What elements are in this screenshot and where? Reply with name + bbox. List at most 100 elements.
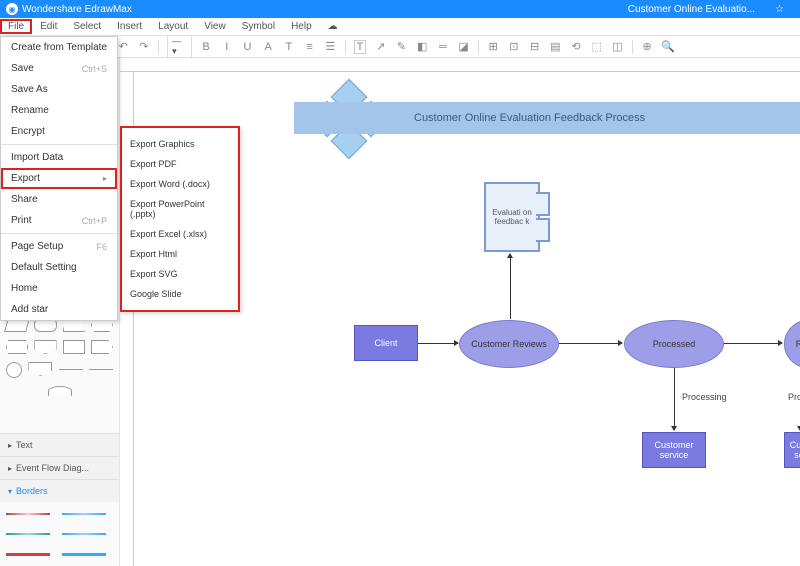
diagram-title-bar: Customer Online Evaluation Feedback Proc… bbox=[294, 102, 800, 134]
section-eventflow[interactable]: ▸Event Flow Diag... bbox=[0, 456, 119, 479]
shape-hex-2[interactable] bbox=[6, 340, 28, 354]
node-client[interactable]: Client bbox=[354, 325, 418, 361]
section-borders[interactable]: ▾Borders bbox=[0, 479, 119, 502]
menu-insert[interactable]: Insert bbox=[109, 19, 150, 34]
border-sample[interactable] bbox=[6, 528, 50, 540]
menu-share[interactable]: Share bbox=[1, 189, 117, 210]
text-format-icon[interactable]: T bbox=[283, 40, 296, 54]
menu-edit[interactable]: Edit bbox=[32, 19, 65, 34]
border-sample[interactable] bbox=[62, 548, 106, 560]
menu-view[interactable]: View bbox=[196, 19, 234, 34]
shape-circle[interactable] bbox=[6, 362, 22, 378]
redo-icon[interactable]: ↷ bbox=[138, 40, 151, 54]
size-icon[interactable]: ⬚ bbox=[590, 40, 603, 54]
crop-icon[interactable]: ◫ bbox=[611, 40, 624, 54]
borders-samples bbox=[0, 502, 119, 566]
menu-home[interactable]: Home bbox=[1, 278, 117, 299]
label-proce-partial: Proce bbox=[788, 392, 800, 402]
menu-select[interactable]: Select bbox=[65, 19, 109, 34]
e-shape[interactable]: Evaluati on feedbac k bbox=[484, 182, 540, 252]
menu-help[interactable]: Help bbox=[283, 19, 320, 34]
menu-print[interactable]: PrintCtrl+P bbox=[1, 210, 117, 231]
document-title[interactable]: Customer Online Evaluatio... bbox=[628, 4, 755, 15]
file-dropdown: Create from Template SaveCtrl+S Save As … bbox=[0, 36, 118, 321]
menu-symbol[interactable]: Symbol bbox=[234, 19, 283, 34]
italic-icon[interactable]: I bbox=[220, 40, 233, 54]
line-icon[interactable]: ═ bbox=[437, 40, 450, 54]
menu-bar: File Edit Select Insert Layout View Symb… bbox=[0, 18, 800, 36]
app-logo-icon: ◉ bbox=[6, 3, 18, 15]
label-processing: Processing bbox=[682, 392, 727, 402]
arrow bbox=[724, 343, 782, 344]
arrow bbox=[510, 254, 511, 319]
shape-card[interactable] bbox=[63, 340, 85, 354]
export-svg[interactable]: Export SVG bbox=[122, 264, 238, 284]
border-sample[interactable] bbox=[6, 548, 50, 560]
align-objects-icon[interactable]: ⊞ bbox=[487, 40, 500, 54]
export-pdf[interactable]: Export PDF bbox=[122, 154, 238, 174]
align-icon[interactable]: ≡ bbox=[303, 40, 316, 54]
text-tool-icon[interactable]: T bbox=[354, 40, 367, 54]
section-text[interactable]: ▸Text bbox=[0, 433, 119, 456]
shadow-icon[interactable]: ◪ bbox=[457, 40, 470, 54]
menu-save-as[interactable]: Save As bbox=[1, 79, 117, 100]
diagram-title: Customer Online Evaluation Feedback Proc… bbox=[414, 112, 645, 124]
underline-icon[interactable]: U bbox=[241, 40, 254, 54]
menu-export[interactable]: Export▸ bbox=[1, 168, 117, 189]
shape-line[interactable] bbox=[59, 369, 83, 370]
search-icon[interactable]: 🔍 bbox=[661, 40, 675, 54]
pen-icon[interactable]: ✎ bbox=[395, 40, 408, 54]
menu-cloud-icon[interactable]: ☁ bbox=[320, 19, 346, 34]
menu-layout[interactable]: Layout bbox=[150, 19, 196, 34]
arrow bbox=[674, 368, 675, 430]
arrow bbox=[559, 343, 622, 344]
export-powerpoint[interactable]: Export PowerPoint (.pptx) bbox=[122, 194, 238, 224]
font-size-selector[interactable]: — ▾ bbox=[167, 35, 192, 58]
node-partial-r[interactable]: R bbox=[784, 320, 800, 368]
border-sample[interactable] bbox=[6, 508, 50, 520]
star-icon[interactable]: ☆ bbox=[775, 4, 784, 15]
export-submenu: Export Graphics Export PDF Export Word (… bbox=[120, 126, 240, 312]
distribute-icon[interactable]: ⊡ bbox=[508, 40, 521, 54]
toolbar: ↶ ↷ — ▾ B I U A T ≡ ☰ T ↗ ✎ ◧ ═ ◪ ⊞ ⊡ ⊟ … bbox=[0, 36, 800, 58]
menu-create-template[interactable]: Create from Template bbox=[1, 37, 117, 58]
shape-arrow[interactable] bbox=[89, 369, 113, 370]
group-icon[interactable]: ⊟ bbox=[528, 40, 541, 54]
arrow bbox=[418, 343, 458, 344]
export-excel[interactable]: Export Excel (.xlsx) bbox=[122, 224, 238, 244]
bold-icon[interactable]: B bbox=[200, 40, 213, 54]
menu-file[interactable]: File bbox=[0, 19, 32, 34]
menu-rename[interactable]: Rename bbox=[1, 100, 117, 121]
node-customer-service[interactable]: Customer service bbox=[642, 432, 706, 468]
layer-icon[interactable]: ▤ bbox=[549, 40, 562, 54]
font-color-icon[interactable]: A bbox=[262, 40, 275, 54]
menu-encrypt[interactable]: Encrypt bbox=[1, 121, 117, 142]
app-name: Wondershare EdrawMax bbox=[22, 4, 132, 15]
export-word[interactable]: Export Word (.docx) bbox=[122, 174, 238, 194]
shape-chevron[interactable] bbox=[91, 340, 113, 354]
menu-page-setup[interactable]: Page SetupF6 bbox=[1, 236, 117, 257]
shape-shield[interactable] bbox=[28, 362, 52, 376]
shape-arc[interactable] bbox=[48, 386, 72, 396]
node-reviews[interactable]: Customer Reviews bbox=[459, 320, 559, 368]
ruler-horizontal bbox=[120, 58, 800, 72]
menu-import-data[interactable]: Import Data bbox=[1, 147, 117, 168]
menu-add-star[interactable]: Add star bbox=[1, 299, 117, 320]
menu-save[interactable]: SaveCtrl+S bbox=[1, 58, 117, 79]
symbols-icon[interactable]: ⊕ bbox=[641, 40, 654, 54]
fill-icon[interactable]: ◧ bbox=[416, 40, 429, 54]
title-bar: ◉ Wondershare EdrawMax Customer Online E… bbox=[0, 0, 800, 18]
undo-icon[interactable]: ↶ bbox=[117, 40, 130, 54]
border-sample[interactable] bbox=[62, 528, 106, 540]
node-cust-partial[interactable]: Cust se bbox=[784, 432, 800, 468]
connector-icon[interactable]: ↗ bbox=[374, 40, 387, 54]
list-icon[interactable]: ☰ bbox=[324, 40, 337, 54]
shape-pentagon[interactable] bbox=[34, 340, 56, 354]
menu-default-setting[interactable]: Default Setting bbox=[1, 257, 117, 278]
rotate-icon[interactable]: ⟲ bbox=[570, 40, 583, 54]
border-sample[interactable] bbox=[62, 508, 106, 520]
export-graphics[interactable]: Export Graphics bbox=[122, 134, 238, 154]
export-google-slide[interactable]: Google Slide bbox=[122, 284, 238, 304]
export-html[interactable]: Export Html bbox=[122, 244, 238, 264]
node-processed[interactable]: Processed bbox=[624, 320, 724, 368]
